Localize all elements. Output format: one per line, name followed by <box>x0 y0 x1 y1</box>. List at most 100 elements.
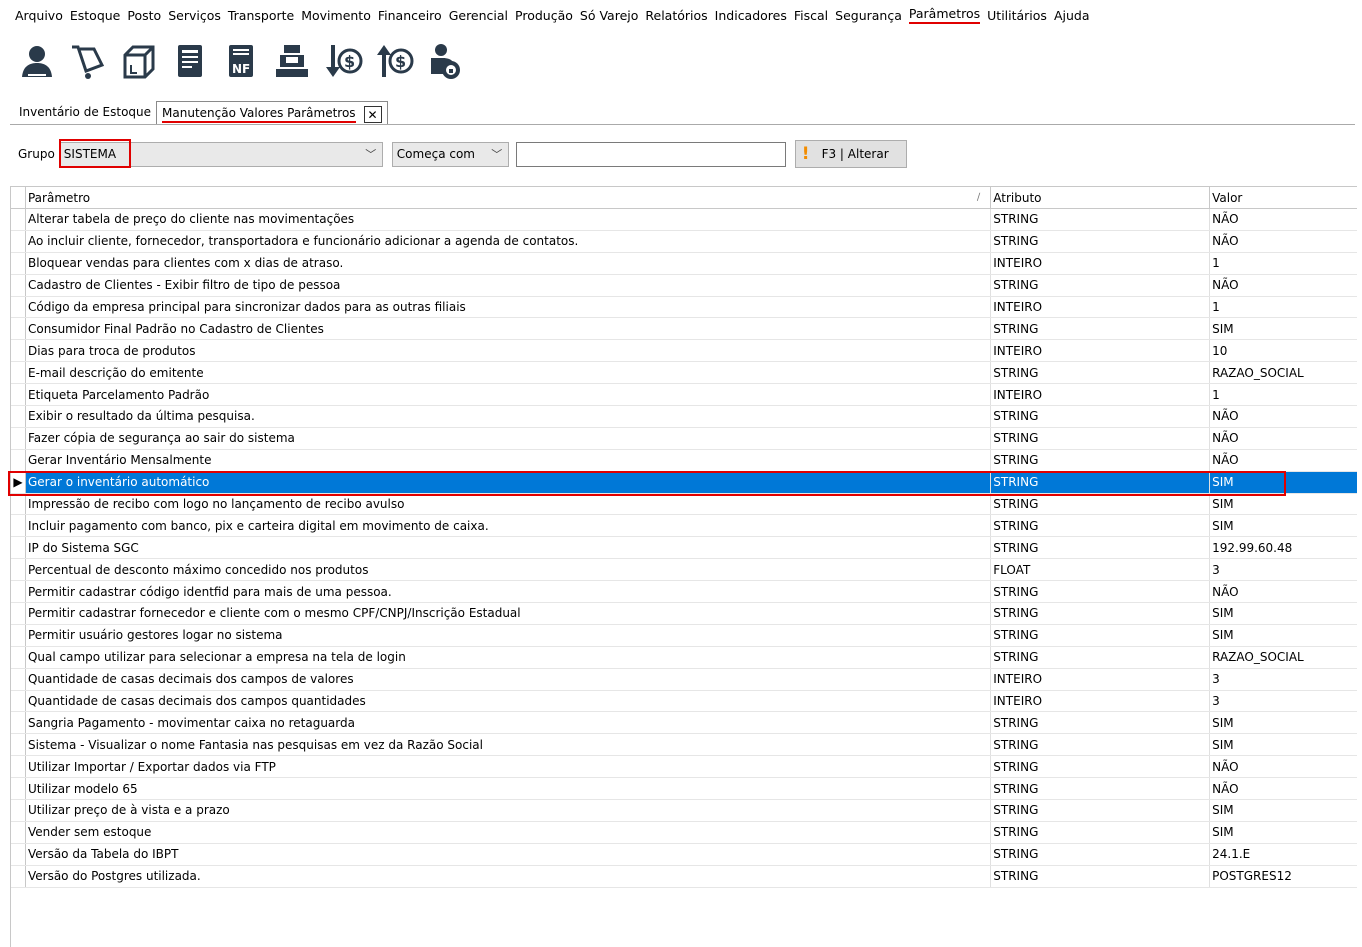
row-indicator[interactable] <box>11 252 26 274</box>
cell-valor[interactable]: NÃO <box>1210 450 1357 471</box>
cell-parametro[interactable]: Gerar o inventário automático <box>26 471 992 493</box>
cell-valor[interactable]: NÃO <box>1210 275 1357 296</box>
cell-valor[interactable]: SIM <box>1210 712 1357 733</box>
table-row[interactable]: Etiqueta Parcelamento Padrão INTEIRO 1 <box>11 384 1357 407</box>
table-row[interactable]: Vender sem estoque STRING SIM <box>11 821 1357 844</box>
menu-item-16[interactable]: Ajuda <box>1054 8 1090 23</box>
row-indicator[interactable] <box>11 581 26 603</box>
table-row[interactable]: Utilizar Importar / Exportar dados via F… <box>11 756 1357 779</box>
cash-register-icon[interactable] <box>269 38 314 84</box>
menu-item-4[interactable]: Transporte <box>228 8 294 23</box>
row-indicator[interactable] <box>11 449 26 471</box>
header-atributo[interactable]: Atributo <box>991 187 1211 208</box>
cell-parametro[interactable]: Ao incluir cliente, fornecedor, transpor… <box>26 230 992 252</box>
cell-parametro[interactable]: E-mail descrição do emitente <box>26 362 992 384</box>
menu-item-14[interactable]: Parâmetros <box>908 6 981 24</box>
cell-atributo[interactable]: STRING <box>991 230 1211 252</box>
table-row[interactable]: Alterar tabela de preço do cliente nas m… <box>11 209 1357 231</box>
cell-parametro[interactable]: Qual campo utilizar para selecionar a em… <box>26 646 992 668</box>
cell-valor[interactable]: 10 <box>1210 340 1357 361</box>
table-row[interactable]: Versão da Tabela do IBPT STRING 24.1.E <box>11 843 1357 866</box>
table-row[interactable]: Exibir o resultado da última pesquisa. ST… <box>11 406 1357 428</box>
cell-parametro[interactable]: Vender sem estoque <box>26 821 992 843</box>
cell-valor[interactable]: NÃO <box>1210 231 1357 252</box>
cell-valor[interactable]: 3 <box>1210 559 1357 580</box>
table-row[interactable]: Utilizar modelo 65 STRING NÃO <box>11 778 1357 801</box>
cell-parametro[interactable]: Impressão de recibo com logo no lançamen… <box>26 493 992 515</box>
cell-valor[interactable]: NÃO <box>1210 581 1357 602</box>
cell-parametro[interactable]: Código da empresa principal para sincron… <box>26 296 992 318</box>
table-row[interactable]: E-mail descrição do emitente STRING RAZAO_… <box>11 362 1357 385</box>
cell-valor[interactable]: 3 <box>1210 691 1357 712</box>
row-indicator[interactable] <box>11 230 26 252</box>
cell-valor[interactable]: SIM <box>1210 800 1357 821</box>
cell-parametro[interactable]: Utilizar modelo 65 <box>26 778 992 800</box>
cell-parametro[interactable]: Etiqueta Parcelamento Padrão <box>26 384 992 406</box>
cell-valor[interactable]: SIM <box>1210 625 1357 646</box>
cell-valor[interactable]: SIM <box>1210 494 1357 515</box>
row-indicator[interactable] <box>11 603 26 624</box>
cell-atributo[interactable]: STRING <box>991 274 1211 296</box>
cell-valor[interactable]: RAZAO_SOCIAL <box>1210 647 1357 668</box>
row-indicator[interactable] <box>11 340 26 362</box>
cell-parametro[interactable]: Permitir usuário gestores logar no siste… <box>26 624 992 646</box>
menu-item-6[interactable]: Financeiro <box>378 8 442 23</box>
row-indicator[interactable] <box>11 493 26 515</box>
cell-atributo[interactable]: STRING <box>991 427 1211 449</box>
cell-atributo[interactable]: STRING <box>991 449 1211 471</box>
cell-valor[interactable]: NÃO <box>1210 406 1357 427</box>
table-row[interactable]: Dias para troca de produtos INTEIRO 10 <box>11 340 1357 363</box>
cell-parametro[interactable]: Versão da Tabela do IBPT <box>26 843 992 865</box>
cell-valor[interactable]: NÃO <box>1210 209 1357 230</box>
row-indicator[interactable] <box>11 756 26 778</box>
cell-atributo[interactable]: INTEIRO <box>991 690 1211 712</box>
cell-valor[interactable]: SIM <box>1210 822 1357 843</box>
cell-atributo[interactable]: STRING <box>991 821 1211 843</box>
cell-atributo[interactable]: STRING <box>991 646 1211 668</box>
row-indicator[interactable] <box>11 690 26 712</box>
table-row[interactable]: Qual campo utilizar para selecionar a em… <box>11 646 1357 669</box>
cell-atributo[interactable]: STRING <box>991 406 1211 427</box>
alterar-button[interactable]: ! F3 | Alterar <box>794 140 907 168</box>
row-indicator[interactable] <box>11 668 26 690</box>
cell-parametro[interactable]: Permitir cadastrar fornecedor e cliente … <box>26 603 992 624</box>
cell-valor[interactable]: SIM <box>1210 603 1357 624</box>
menu-item-15[interactable]: Utilitários <box>987 8 1047 23</box>
menu-item-8[interactable]: Produção <box>515 8 573 23</box>
menu-item-9[interactable]: Só Varejo <box>580 8 638 23</box>
table-row[interactable]: Percentual de desconto máximo concedido … <box>11 559 1357 582</box>
row-indicator[interactable] <box>11 712 26 734</box>
row-indicator[interactable] <box>11 209 26 230</box>
table-row[interactable]: Permitir cadastrar fornecedor e cliente … <box>11 603 1357 625</box>
cell-atributo[interactable]: STRING <box>991 603 1211 624</box>
cell-atributo[interactable]: STRING <box>991 778 1211 800</box>
row-indicator[interactable] <box>11 515 26 537</box>
row-indicator[interactable] <box>11 778 26 800</box>
cell-parametro[interactable]: Permitir cadastrar código identfid para … <box>26 581 992 603</box>
cell-valor[interactable]: 1 <box>1210 297 1357 318</box>
cell-parametro[interactable]: Dias para troca de produtos <box>26 340 992 362</box>
match-mode-select[interactable]: Começa com ﹀ <box>391 141 509 167</box>
cell-valor[interactable]: SIM <box>1210 472 1357 493</box>
cell-valor[interactable]: RAZAO_SOCIAL <box>1210 362 1357 383</box>
cell-atributo[interactable]: STRING <box>991 537 1211 559</box>
money-down-icon[interactable]: $ <box>320 38 365 84</box>
row-indicator[interactable] <box>11 559 26 581</box>
money-up-icon[interactable]: $ <box>371 38 416 84</box>
table-row[interactable]: Permitir usuário gestores logar no siste… <box>11 624 1357 647</box>
cell-parametro[interactable]: Gerar Inventário Mensalmente <box>26 449 992 471</box>
header-valor[interactable]: Valor <box>1210 187 1357 208</box>
shopping-cart-icon[interactable] <box>65 38 110 84</box>
cell-valor[interactable]: 24.1.E <box>1210 844 1357 865</box>
cell-valor[interactable]: 192.99.60.48 <box>1210 537 1357 558</box>
menu-item-1[interactable]: Estoque <box>70 8 121 23</box>
table-row[interactable]: Ao incluir cliente, fornecedor, transpor… <box>11 230 1357 253</box>
cell-atributo[interactable]: STRING <box>991 734 1211 756</box>
table-row[interactable]: Sistema - Visualizar o nome Fantasia nas… <box>11 734 1357 757</box>
cell-atributo[interactable]: FLOAT <box>991 559 1211 581</box>
cell-atributo[interactable]: STRING <box>991 493 1211 515</box>
cell-valor[interactable]: NÃO <box>1210 428 1357 449</box>
cell-parametro[interactable]: IP do Sistema SGC <box>26 537 992 559</box>
row-indicator[interactable] <box>11 362 26 384</box>
cell-atributo[interactable]: STRING <box>991 318 1211 340</box>
